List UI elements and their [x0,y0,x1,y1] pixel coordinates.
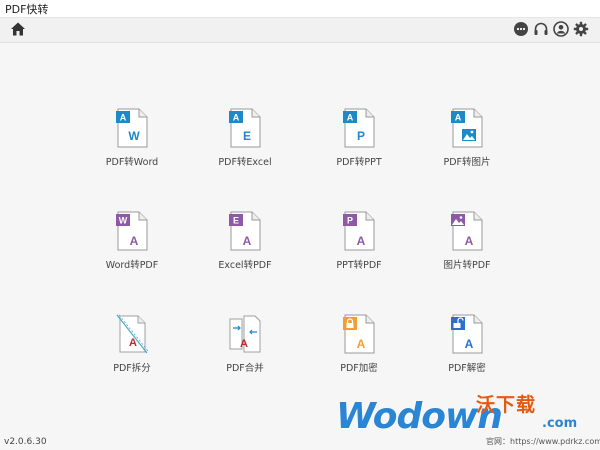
merge-icon: A [229,314,261,354]
word-to-pdf-icon: W A [116,211,148,251]
tool-pdf-to-word[interactable]: A W PDF转Word [82,108,182,182]
tool-label: PDF加密 [340,363,378,374]
svg-text:E: E [243,129,251,143]
tool-ppt-to-pdf[interactable]: P A PPT转PDF [309,211,409,285]
chat-icon[interactable] [513,21,529,37]
tool-pdf-to-excel[interactable]: A E PDF转Excel [195,108,295,182]
svg-text:A: A [455,113,462,123]
excel-to-pdf-icon: E A [229,211,261,251]
svg-text:A: A [347,113,354,123]
watermark-url: 官网：https://www.pdrkz.com [486,437,600,446]
pdf-to-ppt-icon: A P [343,108,375,148]
headset-icon[interactable] [533,21,549,37]
pdf-to-word-icon: A W [116,108,148,148]
tool-label: Excel转PDF [218,260,272,271]
tool-word-to-pdf[interactable]: W A Word转PDF [82,211,182,285]
svg-text:A: A [243,234,252,248]
tool-label: Word转PDF [105,260,159,271]
tool-pdf-encrypt[interactable]: A PDF加密 [309,314,409,388]
tool-image-to-pdf[interactable]: A 图片转PDF [417,211,517,285]
svg-text:P: P [357,129,365,143]
title-bar: PDF快转 [0,0,600,18]
tool-label: PDF合并 [226,363,264,374]
svg-text:P: P [347,216,353,226]
svg-text:A: A [120,113,127,123]
toolbar [0,18,600,43]
watermark-com: .com [542,416,578,431]
watermark: Wodown 沃下载 .com 官网：https://www.pdrkz.com [330,388,600,448]
tool-label: PDF解密 [448,363,486,374]
svg-text:A: A [357,234,366,248]
pdf-to-excel-icon: A E [229,108,261,148]
tool-pdf-decrypt[interactable]: A PDF解密 [417,314,517,388]
app-title: PDF快转 [5,3,49,16]
tool-pdf-to-image[interactable]: A PDF转图片 [417,108,517,182]
tool-label: PDF转Excel [218,157,272,168]
image-to-pdf-icon: A [451,211,483,251]
tool-label: PDF转图片 [443,157,491,168]
svg-text:A: A [240,338,248,350]
svg-text:W: W [119,216,128,226]
tool-excel-to-pdf[interactable]: E A Excel转PDF [195,211,295,285]
tool-pdf-to-ppt[interactable]: A P PDF转PPT [309,108,409,182]
split-icon: A [116,314,148,354]
tool-pdf-merge[interactable]: A PDF合并 [195,314,295,388]
svg-text:A: A [465,337,474,351]
tool-label: PDF转PPT [336,157,382,168]
tool-label: 图片转PDF [443,260,491,271]
tool-label: PPT转PDF [336,260,382,271]
home-icon[interactable] [10,21,26,37]
user-icon[interactable] [553,21,569,37]
svg-text:A: A [465,234,474,248]
lock-icon: A [343,314,375,354]
watermark-cn: 沃下载 [476,394,537,416]
tool-label: PDF拆分 [113,363,151,374]
tool-label: PDF转Word [105,157,159,168]
version-label: v2.0.6.30 [4,437,47,447]
tool-pdf-split[interactable]: A PDF拆分 [82,314,182,388]
svg-text:W: W [128,129,140,143]
svg-text:A: A [130,234,139,248]
unlock-icon: A [451,314,483,354]
svg-text:A: A [357,337,366,351]
svg-text:E: E [233,216,239,226]
ppt-to-pdf-icon: P A [343,211,375,251]
gear-icon[interactable] [573,21,589,37]
pdf-to-image-icon: A [451,108,483,148]
svg-text:A: A [129,337,137,349]
svg-text:A: A [233,113,240,123]
